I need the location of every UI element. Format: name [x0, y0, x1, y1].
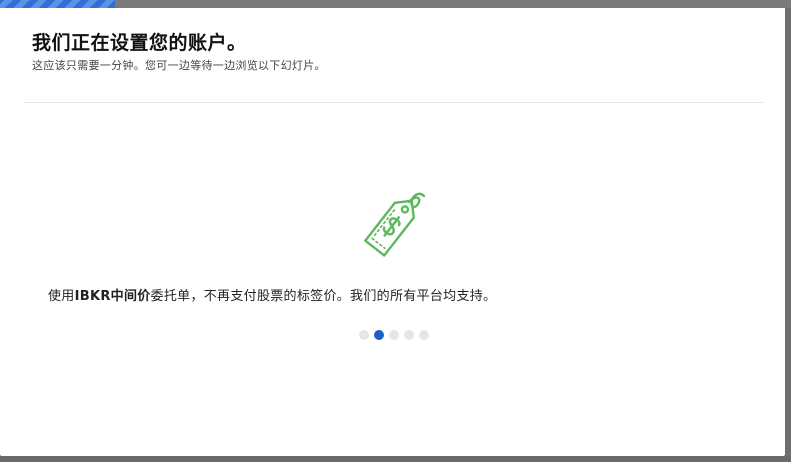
price-tag-dollar-icon [364, 192, 426, 257]
slide-text-strong: IBKR中间价 [74, 289, 151, 304]
setup-header: 我们正在设置您的账户。 这应该只需要一分钟。您可一边等待一边浏览以下幻灯片。 [32, 30, 757, 73]
header-divider [24, 102, 764, 103]
carousel-dot-2[interactable] [374, 330, 384, 340]
app-window: 我们正在设置您的账户。 这应该只需要一分钟。您可一边等待一边浏览以下幻灯片。 使… [0, 0, 791, 462]
slide-text-after: 委托单，不再支付股票的标签价。我们的所有平台均支持。 [150, 289, 497, 304]
window-edge-bottom [0, 456, 791, 462]
carousel-dot-3[interactable] [389, 330, 399, 340]
page-subtitle: 这应该只需要一分钟。您可一边等待一边浏览以下幻灯片。 [32, 59, 326, 72]
slide-text-before: 使用 [48, 289, 75, 304]
page-title: 我们正在设置您的账户。 [32, 32, 247, 54]
window-edge-right [785, 8, 791, 462]
carousel-dots [359, 330, 429, 340]
setup-card: 我们正在设置您的账户。 这应该只需要一分钟。您可一边等待一边浏览以下幻灯片。 使… [0, 8, 785, 456]
carousel-dot-5[interactable] [419, 330, 429, 340]
carousel-dot-1[interactable] [359, 330, 369, 340]
setup-progress-bar [0, 0, 791, 8]
setup-progress-fill [0, 0, 115, 8]
slide-description: 使用IBKR中间价委托单，不再支付股票的标签价。我们的所有平台均支持。 [48, 288, 496, 306]
carousel-dot-4[interactable] [404, 330, 414, 340]
